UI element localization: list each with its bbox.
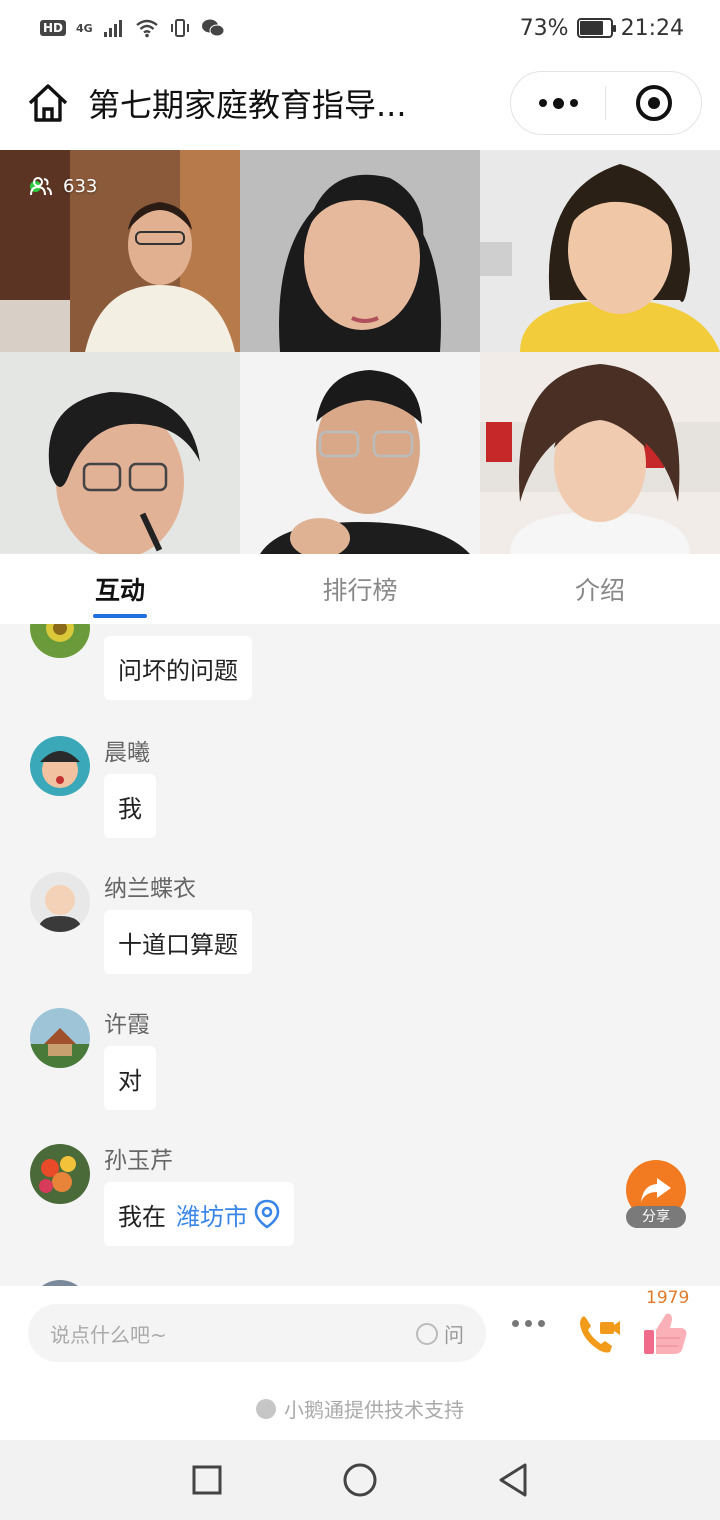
back-button[interactable] bbox=[493, 1460, 533, 1500]
chat-message: 晨曦 我 bbox=[30, 736, 156, 838]
network-4g-label: 4G bbox=[76, 21, 93, 35]
video-tile-host[interactable]: 633 bbox=[0, 150, 240, 352]
square-icon bbox=[192, 1465, 222, 1495]
comment-input[interactable]: 说点什么吧~ 问 bbox=[28, 1304, 486, 1362]
phone-video-icon bbox=[580, 1316, 620, 1353]
viewer-count-value: 633 bbox=[63, 176, 98, 197]
status-left: HD 4G bbox=[40, 18, 225, 38]
video-tile-guest-5[interactable] bbox=[240, 352, 480, 554]
message-bubble: 问坏的问题 bbox=[104, 636, 252, 700]
video-tile-guest-4[interactable] bbox=[0, 352, 240, 554]
message-bubble: 对 bbox=[104, 1046, 156, 1110]
message-user: 孙玉芹 bbox=[104, 1148, 173, 1174]
wechat-icon bbox=[201, 19, 225, 37]
video-tile-guest-2[interactable] bbox=[240, 150, 480, 352]
ask-question-toggle[interactable]: 问 bbox=[416, 1319, 464, 1348]
signal-icon bbox=[103, 20, 122, 37]
chat-message: 问坏的问题 bbox=[30, 624, 252, 700]
avatar[interactable] bbox=[30, 736, 90, 796]
tab-leaderboard[interactable]: 排行榜 bbox=[240, 554, 480, 624]
vibrate-icon bbox=[170, 19, 189, 37]
battery-percent: 73% bbox=[519, 15, 569, 41]
more-options-button[interactable] bbox=[511, 97, 605, 109]
clock: 21:24 bbox=[620, 15, 684, 41]
avatar[interactable] bbox=[30, 624, 90, 658]
avatar[interactable] bbox=[30, 1144, 90, 1204]
tab-introduction[interactable]: 介绍 bbox=[480, 554, 720, 624]
powered-by: 小鹅通提供技术支持 bbox=[0, 1394, 720, 1423]
more-actions-button[interactable] bbox=[512, 1320, 545, 1327]
powered-by-text: 小鹅通提供技术支持 bbox=[284, 1398, 464, 1422]
circle-icon bbox=[343, 1463, 377, 1497]
ask-label: 问 bbox=[444, 1323, 464, 1347]
back-triangle-icon bbox=[499, 1463, 527, 1497]
location-text: 潍坊市 bbox=[176, 1202, 248, 1231]
location-pin-icon bbox=[254, 1199, 280, 1229]
chat-message: 许霞 对 bbox=[30, 1008, 156, 1110]
message-user: 许霞 bbox=[104, 1012, 150, 1038]
message-bubble: 我在 潍坊市 bbox=[104, 1182, 294, 1246]
message-bubble: 十道口算题 bbox=[104, 910, 252, 974]
users-icon bbox=[30, 177, 52, 196]
recent-apps-button[interactable] bbox=[187, 1460, 227, 1500]
chat-message: 孙玉芹 我在 潍坊市 bbox=[30, 1144, 294, 1246]
location-link[interactable]: 潍坊市 bbox=[176, 1197, 280, 1232]
message-body: 问坏的问题 bbox=[104, 624, 252, 700]
video-grid: 633 bbox=[0, 150, 720, 554]
home-nav-button[interactable] bbox=[340, 1460, 380, 1500]
close-miniprogram-button[interactable] bbox=[606, 85, 701, 121]
comment-placeholder: 说点什么吧~ bbox=[50, 1322, 167, 1347]
radio-icon bbox=[416, 1322, 438, 1345]
tab-interaction[interactable]: 互动 bbox=[0, 554, 240, 624]
status-bar: HD 4G 73% 21:24 bbox=[0, 0, 720, 56]
video-tile-guest-3[interactable] bbox=[480, 150, 720, 352]
message-text: 我在 bbox=[118, 1202, 166, 1231]
share-button[interactable]: 分享 bbox=[626, 1160, 686, 1228]
chat-list[interactable]: 问坏的问题 晨曦 我 纳兰蝶衣 十道口算题 许霞 对 孙玉芹 我在 潍坊市 bbox=[0, 624, 720, 1286]
input-bar: 说点什么吧~ 问 1979 小鹅通提供技术支持 bbox=[0, 1286, 720, 1440]
message-user bbox=[104, 624, 252, 632]
screen: HD 4G 73% 21:24 第七期家庭教育指导... 633 互动 排行榜 … bbox=[0, 0, 720, 1520]
system-nav-bar bbox=[0, 1440, 720, 1520]
message-body: 孙玉芹 我在 潍坊市 bbox=[104, 1144, 294, 1246]
avatar[interactable] bbox=[30, 1008, 90, 1068]
page-title: 第七期家庭教育指导... bbox=[88, 86, 407, 124]
miniprogram-capsule bbox=[510, 71, 702, 135]
hd-badge: HD bbox=[40, 20, 67, 36]
message-body: 纳兰蝶衣 十道口算题 bbox=[104, 872, 252, 974]
status-right: 73% 21:24 bbox=[520, 16, 684, 41]
viewer-count: 633 bbox=[30, 176, 97, 197]
like-count: 1979 bbox=[646, 1288, 690, 1308]
tab-bar: 互动 排行榜 介绍 bbox=[0, 554, 720, 624]
share-label: 分享 bbox=[626, 1206, 686, 1228]
thumbs-up-icon bbox=[644, 1313, 687, 1354]
target-icon bbox=[635, 85, 672, 121]
call-connect-button[interactable] bbox=[574, 1308, 624, 1358]
wifi-icon bbox=[135, 19, 158, 38]
battery-icon bbox=[576, 18, 616, 38]
message-user: 晨曦 bbox=[104, 740, 150, 766]
home-icon[interactable] bbox=[26, 81, 70, 125]
message-bubble: 我 bbox=[104, 774, 156, 838]
title-bar: 第七期家庭教育指导... bbox=[0, 56, 720, 150]
like-button[interactable] bbox=[640, 1308, 690, 1358]
message-body: 许霞 对 bbox=[104, 1008, 156, 1110]
message-body: 晨曦 我 bbox=[104, 736, 156, 838]
avatar[interactable] bbox=[30, 872, 90, 932]
xiaoetong-logo-icon bbox=[256, 1398, 276, 1419]
video-tile-guest-6[interactable] bbox=[480, 352, 720, 554]
message-user: 纳兰蝶衣 bbox=[104, 876, 196, 902]
chat-message: 纳兰蝶衣 十道口算题 bbox=[30, 872, 252, 974]
